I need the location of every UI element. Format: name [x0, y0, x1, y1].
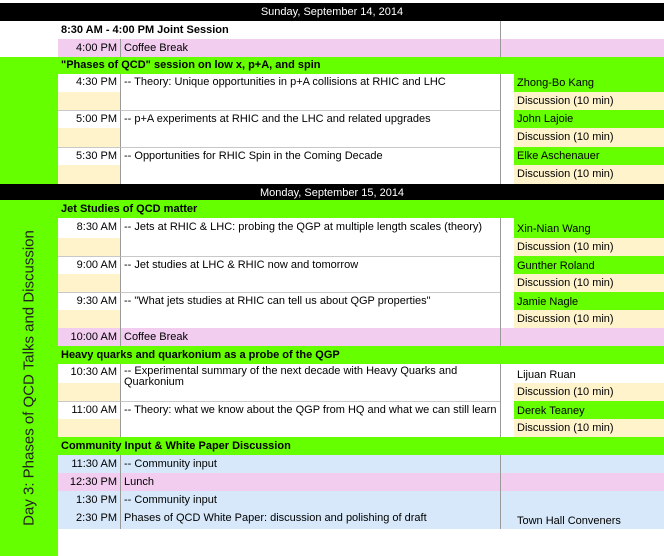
talk-title: -- Experimental summary of the next deca… [120, 364, 500, 401]
time-cream [58, 274, 120, 292]
community-row: 11:30 AM -- Community input [58, 455, 664, 473]
talk-title: -- Jet studies at LHC & RHIC now and tom… [120, 256, 500, 292]
session-title: Jet Studies of QCD matter [61, 203, 198, 215]
talk-row: 11:00 AM -- Theory: what we know about t… [58, 401, 664, 437]
speaker-name: Lijuan Ruan [514, 364, 664, 383]
time-cell: 10:00 AM [70, 331, 117, 343]
discussion-label: Discussion (10 min) [514, 310, 664, 328]
talk-row: 9:30 AM -- "What jets studies at RHIC ca… [58, 292, 664, 328]
discussion-label: Discussion (10 min) [514, 128, 664, 147]
spacer-cell [500, 110, 514, 147]
time-cream [58, 383, 120, 401]
discussion-label: Discussion (10 min) [514, 383, 664, 401]
speaker-name: Elke Aschenauer [514, 147, 664, 165]
speaker-name: Jamie Nagle [514, 292, 664, 310]
discussion-label: Discussion (10 min) [514, 165, 664, 184]
talk-title: -- "What jets studies at RHIC can tell u… [120, 292, 500, 328]
talk-time: 10:30 AM [58, 364, 120, 383]
talk-row: 4:30 PM -- Theory: Unique opportunities … [58, 74, 664, 110]
coffee-break-row-2: 10:00 AM Coffee Break [58, 328, 664, 346]
talk-row: 5:00 PM -- p+A experiments at RHIC and t… [58, 110, 664, 147]
speaker-name: Zhong-Bo Kang [514, 74, 664, 92]
talk-time: 2:30 PM [76, 512, 117, 524]
time-cream [58, 419, 120, 437]
table-end [58, 529, 664, 556]
talk-title: -- Community input [120, 491, 500, 509]
community-session-title-row: Community Input & White Paper Discussion [58, 437, 664, 455]
talk-time: 4:30 PM [58, 74, 120, 92]
spacer-cell [500, 455, 514, 473]
talk-time: 8:30 AM [58, 218, 120, 238]
joint-session-label: 8:30 AM - 4:00 PM Joint Session [61, 24, 229, 36]
talk-row: 10:30 AM -- Experimental summary of the … [58, 364, 664, 401]
talk-time: 9:30 AM [58, 292, 120, 310]
talk-title-line: Quarkonium [124, 376, 184, 388]
session-title: Heavy quarks and quarkonium as a probe o… [61, 349, 340, 361]
session-title-row: "Phases of QCD" session on low x, p+A, a… [58, 57, 664, 74]
day-header-sunday: Sunday, September 14, 2014 [0, 3, 664, 21]
spacer-cell [500, 21, 514, 39]
spacer-cell [500, 218, 514, 256]
hq-session-title-row: Heavy quarks and quarkonium as a probe o… [58, 346, 664, 364]
jet-session-title-row: Jet Studies of QCD matter [58, 200, 664, 218]
talk-row: 8:30 AM -- Jets at RHIC & LHC: probing t… [58, 218, 664, 256]
time-cell: 4:00 PM [76, 42, 117, 54]
speaker-name: Town Hall Conveners [517, 515, 621, 527]
spacer-cell [500, 364, 514, 401]
discussion-label: Discussion (10 min) [514, 274, 664, 292]
spacer-cell [500, 509, 514, 529]
discussion-label: Discussion (10 min) [514, 92, 664, 110]
spacer-cell [500, 328, 514, 346]
time-cream [58, 238, 120, 256]
coffee-break-row-1: 4:00 PM Coffee Break [58, 39, 664, 57]
talk-title: Lunch [120, 473, 500, 491]
spacer-cell [500, 74, 514, 110]
break-label: Coffee Break [120, 328, 500, 346]
time-cream [58, 165, 120, 184]
time-cream [58, 310, 120, 328]
talk-time: 5:00 PM [58, 110, 120, 128]
time-cream [58, 128, 120, 147]
talk-title: Phases of QCD White Paper: discussion an… [120, 509, 500, 529]
spacer-cell [500, 256, 514, 292]
session-title: Community Input & White Paper Discussion [61, 440, 291, 452]
speaker-name: Xin-Nian Wang [514, 218, 664, 238]
spacer-cell [500, 292, 514, 328]
spacer-cell [500, 401, 514, 437]
session-title: "Phases of QCD" session on low x, p+A, a… [61, 59, 321, 71]
joint-session-row: 8:30 AM - 4:00 PM Joint Session [58, 21, 664, 39]
lunch-row: 12:30 PM Lunch [58, 473, 664, 491]
talk-time: 11:30 AM [71, 458, 117, 470]
break-label: Coffee Break [120, 39, 500, 57]
talk-title: -- Theory: what we know about the QGP fr… [120, 401, 500, 437]
talk-title: -- Theory: Unique opportunities in p+A c… [120, 74, 500, 110]
talk-title: -- Jets at RHIC & LHC: probing the QGP a… [120, 218, 500, 256]
community-row: 2:30 PM Phases of QCD White Paper: discu… [58, 509, 664, 529]
speaker-name: Gunther Roland [514, 256, 664, 274]
discussion-label: Discussion (10 min) [514, 238, 664, 256]
spacer-cell [500, 39, 514, 57]
discussion-label: Discussion (10 min) [514, 419, 664, 437]
talk-time: 9:00 AM [58, 256, 120, 274]
community-row: 1:30 PM -- Community input [58, 491, 664, 509]
talk-row: 9:00 AM -- Jet studies at LHC & RHIC now… [58, 256, 664, 292]
talk-time: 11:00 AM [58, 401, 120, 419]
day1-side [0, 57, 58, 184]
day-side-label: Day 3: Phases of QCD Talks and Discussio… [20, 230, 38, 526]
spacer-cell [500, 473, 514, 491]
spacer-cell [500, 147, 514, 184]
day1-block: "Phases of QCD" session on low x, p+A, a… [0, 57, 664, 184]
spacer-cell [500, 491, 514, 509]
time-cream [58, 92, 120, 110]
talk-title: -- Opportunities for RHIC Spin in the Co… [120, 147, 500, 184]
talk-time: 12:30 PM [69, 476, 117, 488]
talk-title: -- p+A experiments at RHIC and the LHC a… [120, 110, 500, 147]
talk-time: 5:30 PM [58, 147, 120, 165]
speaker-name: Derek Teaney [514, 401, 664, 419]
talk-row: 5:30 PM -- Opportunities for RHIC Spin i… [58, 147, 664, 184]
talk-time: 1:30 PM [76, 494, 117, 506]
speaker-name: John Lajoie [514, 110, 664, 128]
talk-title: -- Community input [120, 455, 500, 473]
